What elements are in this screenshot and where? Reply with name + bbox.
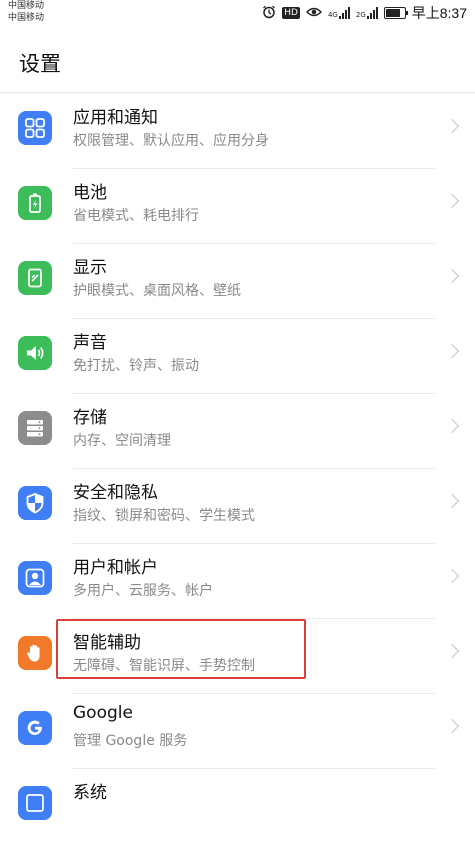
status-bar: 中国移动 中国移动 HD 4G 2G 早上8:37 (0, 0, 475, 30)
hand-icon (18, 636, 52, 670)
item-title: 显示 (73, 258, 107, 278)
item-subtitle: 内存、空间清理 (73, 433, 171, 449)
signal-1-icon: 4G (328, 7, 350, 19)
item-subtitle: 护眼模式、桌面风格、壁纸 (73, 283, 241, 299)
item-title: Google (73, 703, 133, 723)
carrier-1: 中国移动 (8, 1, 45, 11)
chevron-right-icon (444, 118, 460, 134)
chevron-right-icon (444, 493, 460, 509)
item-title: 应用和通知 (73, 108, 158, 128)
settings-list: 应用和通知 权限管理、默认应用、应用分身 电池 省电模式、耗电排行 显示 护眼模… (0, 93, 475, 843)
item-subtitle: 指纹、锁屏和密码、学生模式 (73, 508, 255, 524)
settings-item-battery[interactable]: 电池 省电模式、耗电排行 (0, 168, 475, 244)
item-title: 声音 (73, 333, 107, 353)
chevron-right-icon (444, 568, 460, 584)
chevron-right-icon (444, 718, 460, 734)
battery-status-icon (383, 7, 408, 19)
settings-item-security[interactable]: 安全和隐私 指纹、锁屏和密码、学生模式 (0, 468, 475, 544)
storage-icon (18, 411, 52, 445)
settings-item-storage[interactable]: 存储 内存、空间清理 (0, 393, 475, 469)
display-icon (18, 261, 52, 295)
carrier-2: 中国移动 (8, 13, 45, 23)
eye-comfort-icon (305, 6, 322, 21)
chevron-right-icon (444, 268, 460, 284)
clock: 早上8:37 (411, 5, 467, 21)
item-title: 安全和隐私 (73, 483, 158, 503)
item-subtitle: 免打扰、铃声、振动 (73, 358, 199, 374)
item-subtitle: 省电模式、耗电排行 (73, 208, 199, 224)
battery-icon (18, 186, 52, 220)
chevron-right-icon (444, 643, 460, 659)
network-type-2: 2G (355, 11, 366, 19)
item-title: 存储 (73, 408, 107, 428)
apps-grid-icon (18, 111, 52, 145)
signal-2-icon: 2G (356, 7, 378, 19)
sound-icon (18, 336, 52, 370)
network-type-1: 4G (327, 11, 338, 19)
shield-icon (18, 486, 52, 520)
system-icon (18, 786, 52, 820)
settings-item-sound[interactable]: 声音 免打扰、铃声、振动 (0, 318, 475, 394)
chevron-right-icon (444, 343, 460, 359)
item-title: 用户和帐户 (73, 558, 158, 578)
chevron-right-icon (444, 418, 460, 434)
page-header: 设置 (0, 30, 475, 93)
highlight-box (56, 619, 306, 679)
settings-item-display[interactable]: 显示 护眼模式、桌面风格、壁纸 (0, 243, 475, 319)
alarm-icon (262, 5, 276, 22)
google-icon (18, 711, 52, 745)
settings-item-apps[interactable]: 应用和通知 权限管理、默认应用、应用分身 (0, 93, 475, 169)
item-subtitle: 权限管理、默认应用、应用分身 (73, 133, 269, 149)
status-icons: HD 4G 2G 早上8:37 (262, 4, 467, 22)
item-subtitle: 管理 Google 服务 (73, 733, 188, 749)
hd-icon: HD (282, 7, 300, 19)
settings-item-google[interactable]: Google 管理 Google 服务 (0, 693, 475, 769)
settings-item-system[interactable]: 系统 (0, 768, 475, 843)
item-title: 电池 (73, 183, 107, 203)
chevron-right-icon (444, 193, 460, 209)
item-subtitle: 多用户、云服务、帐户 (73, 583, 213, 599)
page-title: 设置 (19, 52, 61, 76)
item-title: 系统 (73, 783, 107, 803)
user-icon (18, 561, 52, 595)
settings-item-users[interactable]: 用户和帐户 多用户、云服务、帐户 (0, 543, 475, 619)
